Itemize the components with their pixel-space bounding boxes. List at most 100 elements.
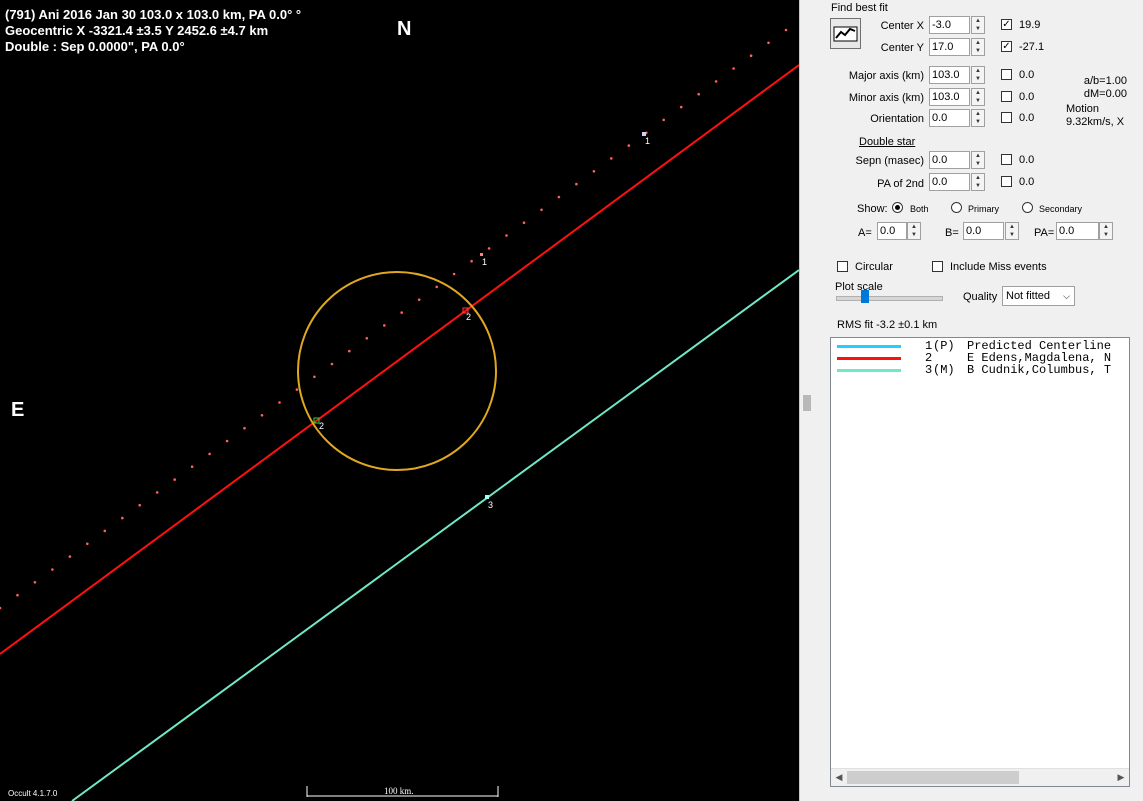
scale-bar-label: 100 km. [384, 786, 414, 796]
circular-checkbox[interactable] [837, 261, 848, 272]
header-line-3: Double : Sep 0.0000", PA 0.0° [5, 39, 185, 54]
legend-horizontal-scrollbar[interactable]: ◀ ▶ [831, 768, 1129, 786]
minor-axis-input[interactable]: 103.0 [929, 88, 970, 106]
major-axis-label: Major axis (km) [848, 70, 924, 82]
motion-dot [68, 555, 72, 558]
legend-swatch [837, 369, 901, 372]
motion-dot [732, 67, 735, 70]
motion-dot [662, 118, 665, 122]
center-x-label: Center X [880, 20, 924, 32]
observer-legend-list[interactable]: 1 (P) Predicted Centerline 2 E Edens,Mag… [830, 337, 1130, 787]
minor-axis-spinner[interactable]: ▲ ▼ [971, 88, 985, 106]
motion-dots [0, 28, 788, 610]
motion-dot [383, 324, 386, 327]
chord-label: 3 [488, 500, 494, 510]
scroll-thumb[interactable] [847, 771, 1019, 784]
motion-dot [610, 157, 613, 160]
splitter[interactable] [799, 0, 816, 801]
center-x-input[interactable]: -3.0 [929, 16, 970, 34]
pa-2nd-label: PA of 2nd [877, 178, 924, 190]
motion-dot [592, 170, 596, 173]
motion-dot [103, 529, 107, 533]
center-y-checkbox[interactable]: ✓ [1001, 41, 1012, 52]
chord-label: 1 [645, 136, 651, 146]
a-input[interactable]: 0.0 [877, 222, 907, 240]
motion-dot [173, 478, 176, 481]
pa-2nd-spinner[interactable]: ▲ ▼ [971, 173, 985, 191]
include-miss-checkbox[interactable] [932, 261, 943, 272]
sepn-input[interactable]: 0.0 [929, 151, 970, 169]
center-y-input[interactable]: 17.0 [929, 38, 970, 56]
orientation-checkbox[interactable] [1001, 112, 1012, 123]
double-star-heading: Double star [859, 136, 916, 148]
motion-dot [679, 105, 683, 109]
show-label: Show: [857, 203, 888, 215]
major-axis-input[interactable]: 103.0 [929, 66, 970, 84]
motion-dot [557, 195, 561, 199]
major-axis-checkbox[interactable] [1001, 69, 1012, 80]
motion-dot [313, 375, 316, 379]
asteroid-outline [297, 271, 497, 471]
header-line-1: (791) Ani 2016 Jan 30 103.0 x 103.0 km, … [5, 7, 302, 22]
sepn-label: Sepn (masec) [855, 155, 924, 167]
sepn-fit: 0.0 [1019, 154, 1035, 166]
list-item[interactable]: 3 (M) B Cudnik,Columbus, T [831, 363, 1129, 377]
scroll-left-icon[interactable]: ◀ [831, 769, 847, 786]
motion-dot [16, 593, 19, 597]
show-primary-label: Primary [968, 204, 999, 214]
plot-scale-track[interactable] [836, 296, 943, 301]
motion-dot [365, 337, 369, 340]
motion-dot [121, 516, 124, 520]
minor-axis-label: Minor axis (km) [848, 92, 924, 104]
orientation-input[interactable]: 0.0 [929, 109, 970, 127]
motion-dot [330, 362, 334, 366]
show-both-radio[interactable] [892, 202, 903, 213]
pa-2nd-input[interactable]: 0.0 [929, 173, 970, 191]
header-line-2: Geocentric X -3321.4 ±3.5 Y 2452.6 ±4.7 … [5, 23, 269, 38]
b-spinner[interactable]: ▲ ▼ [1005, 222, 1019, 240]
pa-2nd-fit: 0.0 [1019, 176, 1035, 188]
splitter-grip[interactable] [803, 395, 811, 411]
center-x-spinner[interactable]: ▲ ▼ [971, 16, 985, 34]
plot-area[interactable]: (791) Ani 2016 Jan 30 103.0 x 103.0 km, … [0, 0, 799, 801]
motion-value: 9.32km/s, X [1066, 116, 1125, 128]
motion-dot [278, 401, 281, 404]
orientation-label: Orientation [870, 113, 924, 125]
include-miss-label: Include Miss events [950, 261, 1047, 273]
motion-dot [505, 234, 508, 237]
show-both-label: Both [910, 204, 929, 214]
motion-dot [208, 452, 211, 456]
center-y-fit: -27.1 [1019, 41, 1045, 53]
motion-dot [784, 28, 788, 32]
pa-input[interactable]: 0.0 [1056, 222, 1099, 240]
sepn-spinner[interactable]: ▲ ▼ [971, 151, 985, 169]
pa-2nd-checkbox[interactable] [1001, 176, 1012, 187]
minor-axis-checkbox[interactable] [1001, 91, 1012, 102]
motion-dot [33, 581, 37, 584]
b-label: B= [945, 227, 959, 239]
plot-scale-slider[interactable] [861, 290, 869, 303]
motion-dot [260, 414, 264, 417]
motion-label: Motion [1066, 103, 1100, 115]
motion-dot [767, 41, 770, 45]
legend-code: (M) [933, 363, 955, 377]
show-primary-radio[interactable] [951, 202, 962, 213]
motion-dot [243, 426, 246, 430]
chord-label: 1 [482, 257, 488, 267]
scroll-right-icon[interactable]: ▶ [1113, 769, 1129, 786]
quality-select[interactable]: Not fitted ⌵ [1002, 286, 1075, 306]
show-secondary-radio[interactable] [1022, 202, 1033, 213]
center-y-spinner[interactable]: ▲ ▼ [971, 38, 985, 56]
orientation-spinner[interactable]: ▲ ▼ [971, 109, 985, 127]
legend-swatch [837, 357, 901, 360]
motion-dot [487, 247, 491, 250]
major-axis-spinner[interactable]: ▲ ▼ [971, 66, 985, 84]
motion-dot [522, 221, 526, 224]
a-spinner[interactable]: ▲ ▼ [907, 222, 921, 240]
pa-spinner[interactable]: ▲ ▼ [1099, 222, 1113, 240]
east-label: E [11, 399, 25, 421]
b-input[interactable]: 0.0 [963, 222, 1004, 240]
sepn-checkbox[interactable] [1001, 154, 1012, 165]
center-x-checkbox[interactable]: ✓ [1001, 19, 1012, 30]
chord-label: 2 [466, 312, 472, 322]
